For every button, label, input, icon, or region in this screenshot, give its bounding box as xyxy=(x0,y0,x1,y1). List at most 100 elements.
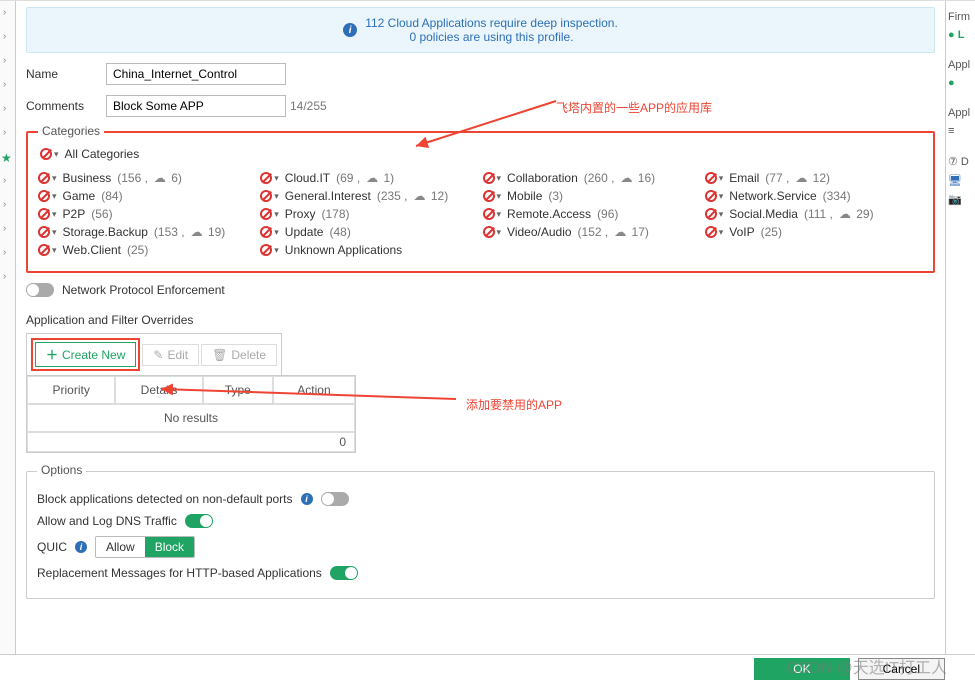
info-icon: i xyxy=(343,23,357,37)
category-action[interactable]: ▾ xyxy=(260,244,279,256)
quic-block[interactable]: Block xyxy=(145,537,194,557)
category-action[interactable]: ▾ xyxy=(260,226,279,238)
category-item: ▾Video/Audio (152 , 17) xyxy=(483,225,701,239)
opt-replacement-toggle[interactable] xyxy=(330,566,358,580)
category-count: (235 , xyxy=(377,189,408,203)
check-icon: ● xyxy=(948,77,973,89)
category-count: (48) xyxy=(329,225,350,239)
category-action[interactable]: ▾ xyxy=(705,208,724,220)
category-name[interactable]: Email xyxy=(729,171,759,185)
banner-line2: 0 policies are using this profile. xyxy=(365,30,618,44)
rail-chevron[interactable]: › xyxy=(3,199,6,210)
footer: OK Cancel xyxy=(0,654,975,682)
category-item: ▾Remote.Access (96) xyxy=(483,207,701,221)
category-action[interactable]: ▾ xyxy=(483,172,502,184)
npe-toggle[interactable] xyxy=(26,283,54,297)
category-action[interactable]: ▾ xyxy=(38,208,57,220)
info-icon[interactable]: i xyxy=(75,541,87,553)
edit-button: ✎ Edit xyxy=(142,344,199,366)
star-icon[interactable]: ★ xyxy=(1,151,12,165)
name-input[interactable] xyxy=(106,63,286,85)
ok-button[interactable]: OK xyxy=(754,658,849,680)
category-name[interactable]: Update xyxy=(285,225,324,239)
category-name[interactable]: Storage.Backup xyxy=(63,225,148,239)
main-panel: i 112 Cloud Applications require deep in… xyxy=(16,1,945,654)
category-action[interactable]: ▾ xyxy=(705,172,724,184)
col-type[interactable]: Type xyxy=(203,376,273,404)
category-name[interactable]: Video/Audio xyxy=(507,225,572,239)
all-categories-action[interactable]: ▾ xyxy=(40,148,59,160)
category-name[interactable]: Game xyxy=(63,189,96,203)
category-action[interactable]: ▾ xyxy=(260,208,279,220)
npe-label: Network Protocol Enforcement xyxy=(62,283,225,297)
category-name[interactable]: Mobile xyxy=(507,189,542,203)
comments-input[interactable] xyxy=(106,95,286,117)
category-name[interactable]: Social.Media xyxy=(729,207,798,221)
col-priority[interactable]: Priority xyxy=(27,376,115,404)
col-action[interactable]: Action xyxy=(273,376,355,404)
rail-chevron[interactable]: › xyxy=(3,271,6,282)
quic-allow[interactable]: Allow xyxy=(96,537,145,557)
category-name[interactable]: P2P xyxy=(63,207,86,221)
category-count: (56) xyxy=(91,207,112,221)
options-fieldset: Options Block applications detected on n… xyxy=(26,471,935,599)
rail-chevron[interactable]: › xyxy=(3,175,6,186)
category-action[interactable]: ▾ xyxy=(483,208,502,220)
rail-chevron[interactable]: › xyxy=(3,31,6,42)
category-name[interactable]: Web.Client xyxy=(63,243,121,257)
delete-button: 🗑 Delete xyxy=(201,344,277,366)
category-action[interactable]: ▾ xyxy=(38,226,57,238)
rail-chevron[interactable]: › xyxy=(3,103,6,114)
comments-label: Comments xyxy=(26,99,106,113)
category-name[interactable]: Network.Service xyxy=(729,189,816,203)
rail-chevron[interactable]: › xyxy=(3,79,6,90)
opt-quic-label: QUIC xyxy=(37,540,67,554)
opt-block-nondefault-toggle[interactable] xyxy=(321,492,349,506)
category-action[interactable]: ▾ xyxy=(483,190,502,202)
category-count: (84) xyxy=(101,189,122,203)
opt-allow-dns-toggle[interactable] xyxy=(185,514,213,528)
category-action[interactable]: ▾ xyxy=(705,226,724,238)
category-item: ▾Network.Service (334) xyxy=(705,189,923,203)
list-icon[interactable]: ≡ xyxy=(948,125,973,137)
rail-chevron[interactable]: › xyxy=(3,55,6,66)
category-item: ▾Proxy (178) xyxy=(260,207,478,221)
info-icon[interactable]: i xyxy=(301,493,313,505)
category-item: ▾ Mobile (3) xyxy=(483,189,701,203)
category-action[interactable]: ▾ xyxy=(38,244,57,256)
rail-chevron[interactable]: › xyxy=(3,127,6,138)
category-name[interactable]: Cloud.IT xyxy=(285,171,330,185)
category-name[interactable]: Unknown Applications xyxy=(285,243,402,257)
col-details[interactable]: Details xyxy=(115,376,202,404)
category-name[interactable]: General.Interest xyxy=(285,189,371,203)
category-name[interactable]: Collaboration xyxy=(507,171,578,185)
rail-chevron[interactable]: › xyxy=(3,247,6,258)
category-action[interactable]: ▾ xyxy=(38,172,57,184)
create-new-button[interactable]: ＋Create New xyxy=(35,342,136,367)
cancel-button[interactable]: Cancel xyxy=(858,658,945,680)
monitor-icon[interactable]: 🖥 xyxy=(948,174,973,187)
category-item: ▾ Unknown Applications xyxy=(260,243,478,257)
side-label-firmware: Firm xyxy=(948,11,973,23)
category-action[interactable]: ▾ xyxy=(260,190,279,202)
category-action[interactable]: ▾ xyxy=(705,190,724,202)
camera-icon[interactable]: 📷 xyxy=(948,193,973,206)
category-name[interactable]: Remote.Access xyxy=(507,207,591,221)
category-action[interactable]: ▾ xyxy=(260,172,279,184)
category-action[interactable]: ▾ xyxy=(483,226,502,238)
check-icon: ● L xyxy=(948,29,973,41)
category-name[interactable]: Proxy xyxy=(285,207,316,221)
quic-segment: Allow Block xyxy=(95,536,195,558)
rail-chevron[interactable]: › xyxy=(3,223,6,234)
category-name[interactable]: Business xyxy=(63,171,112,185)
category-name[interactable]: VoIP xyxy=(729,225,754,239)
category-item: ▾ Update (48) xyxy=(260,225,478,239)
overrides-heading: Application and Filter Overrides xyxy=(26,313,935,327)
category-action[interactable]: ▾ xyxy=(38,190,57,202)
no-results: No results xyxy=(27,404,355,432)
category-item: ▾Collaboration (260 , 16) xyxy=(483,171,701,185)
rail-chevron[interactable]: › xyxy=(3,7,6,18)
category-count: (3) xyxy=(548,189,563,203)
category-count: (153 , xyxy=(154,225,185,239)
all-categories-label: All Categories xyxy=(65,147,140,161)
